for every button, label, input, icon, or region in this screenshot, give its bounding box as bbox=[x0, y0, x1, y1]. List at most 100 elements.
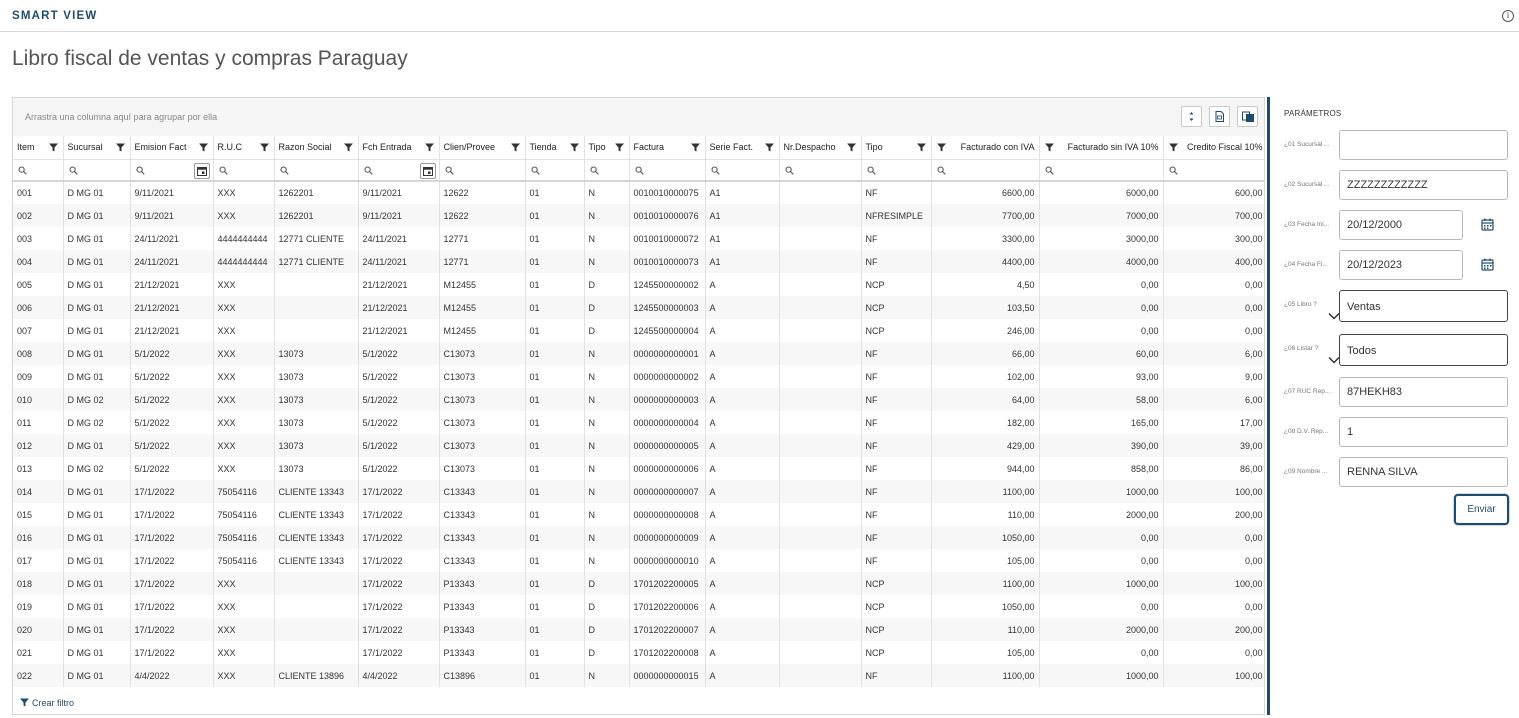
table-row[interactable]: 010 D MG 02 5/1/2022 XXX 13073 5/1/2022 C13073… bbox=[13, 388, 1264, 411]
filter-icon[interactable] bbox=[614, 143, 624, 154]
table-row[interactable]: 012 D MG 01 5/1/2022 XXX 13073 5/1/2022 C13073… bbox=[13, 434, 1264, 457]
column-header[interactable]: Sucursal bbox=[63, 136, 131, 160]
filter-cell[interactable] bbox=[779, 159, 862, 182]
filter-cell[interactable] bbox=[213, 159, 275, 182]
filter-cell[interactable] bbox=[130, 159, 214, 182]
filter-cell[interactable] bbox=[931, 159, 1040, 182]
filter-cell[interactable] bbox=[358, 159, 440, 182]
filter-icon[interactable] bbox=[510, 143, 520, 154]
filter-icon[interactable] bbox=[259, 143, 269, 154]
filter-icon[interactable] bbox=[115, 143, 125, 154]
table-row[interactable]: 006 D MG 01 21/12/2021 XXX 21/12/2021 M12455 0… bbox=[13, 296, 1264, 319]
param-select[interactable]: Ventas bbox=[1328, 290, 1508, 322]
calendar-icon[interactable] bbox=[1481, 258, 1494, 276]
table-row[interactable]: 007 D MG 01 21/12/2021 XXX 21/12/2021 M12455 0… bbox=[13, 319, 1264, 342]
table-row[interactable]: 018 D MG 01 17/1/2022 XXX 17/1/2022 P13343 01 D… bbox=[13, 572, 1264, 595]
param-input[interactable] bbox=[1339, 417, 1508, 447]
filter-icon[interactable] bbox=[1168, 143, 1178, 154]
filter-cell[interactable] bbox=[525, 159, 585, 182]
column-header[interactable]: Tienda bbox=[525, 136, 585, 160]
filter-cell[interactable] bbox=[439, 159, 526, 182]
export-button[interactable] bbox=[1209, 106, 1230, 127]
sort-button[interactable] bbox=[1181, 106, 1202, 127]
param-input[interactable] bbox=[1339, 457, 1508, 487]
column-header[interactable]: Item bbox=[13, 136, 64, 160]
date-picker-button[interactable] bbox=[419, 162, 436, 179]
param-input[interactable] bbox=[1339, 130, 1508, 160]
column-header[interactable]: Serie Fact. bbox=[705, 136, 780, 160]
calendar-icon[interactable] bbox=[1481, 218, 1494, 236]
info-icon[interactable]: i bbox=[1502, 10, 1514, 22]
group-panel[interactable]: Arrastra una columna aquí para agrupar p… bbox=[13, 98, 1264, 137]
table-row[interactable]: 009 D MG 01 5/1/2022 XXX 13073 5/1/2022 C13073… bbox=[13, 365, 1264, 388]
table-row[interactable]: 003 D MG 01 24/11/2021 4444444444 12771 CLIE… bbox=[13, 227, 1264, 250]
columns-button[interactable] bbox=[1237, 106, 1258, 127]
table-row[interactable]: 013 D MG 02 5/1/2022 XXX 13073 5/1/2022 C13073… bbox=[13, 457, 1264, 480]
column-header[interactable]: Clien/Provee bbox=[439, 136, 526, 160]
column-header[interactable]: Fch Entrada bbox=[358, 136, 440, 160]
column-header[interactable]: Tipo bbox=[584, 136, 630, 160]
table-row[interactable]: 019 D MG 01 17/1/2022 XXX 17/1/2022 P13343 01 D… bbox=[13, 595, 1264, 618]
table-cell bbox=[779, 457, 862, 480]
filter-cell[interactable] bbox=[705, 159, 780, 182]
filter-icon[interactable] bbox=[1044, 143, 1054, 154]
column-header[interactable]: Emision Fact bbox=[130, 136, 214, 160]
table-cell: XXX bbox=[213, 204, 275, 227]
send-button[interactable]: Enviar bbox=[1454, 494, 1509, 525]
table-row[interactable]: 022 D MG 01 4/4/2022 XXX CLIENTE 13896 4/4/20… bbox=[13, 664, 1264, 687]
table-row[interactable]: 015 D MG 01 17/1/2022 75054116 CLIENTE 13343… bbox=[13, 503, 1264, 526]
filter-icon[interactable] bbox=[690, 143, 700, 154]
table-row[interactable]: 021 D MG 01 17/1/2022 XXX 17/1/2022 P13343 01 D… bbox=[13, 641, 1264, 664]
table-row[interactable]: 005 D MG 01 21/12/2021 XXX 21/12/2021 M12455 0… bbox=[13, 273, 1264, 296]
param-date-input[interactable] bbox=[1339, 210, 1463, 240]
column-header[interactable]: Nr.Despacho bbox=[779, 136, 862, 160]
filter-cell[interactable] bbox=[861, 159, 932, 182]
filter-icon[interactable] bbox=[343, 143, 353, 154]
filter-icon[interactable] bbox=[936, 143, 946, 154]
table-cell: CLIENTE 13343 bbox=[274, 526, 359, 549]
column-header[interactable]: Credito Fiscal 10% bbox=[1163, 136, 1264, 160]
filter-icon[interactable] bbox=[916, 143, 926, 154]
filter-icon[interactable] bbox=[846, 143, 856, 154]
table-cell: 0000000000006 bbox=[629, 457, 706, 480]
filter-cell[interactable] bbox=[13, 159, 64, 182]
table-row[interactable]: 014 D MG 01 17/1/2022 75054116 CLIENTE 13343… bbox=[13, 480, 1264, 503]
filter-icon[interactable] bbox=[198, 143, 208, 154]
filter-icon[interactable] bbox=[569, 143, 579, 154]
table-cell: D MG 01 bbox=[63, 181, 131, 204]
filter-cell[interactable] bbox=[629, 159, 706, 182]
column-header[interactable]: Tipo bbox=[861, 136, 932, 160]
filter-cell[interactable] bbox=[274, 159, 359, 182]
table-row[interactable]: 002 D MG 01 9/11/2021 XXX 1262201 9/11/2021 12… bbox=[13, 204, 1264, 227]
table-row[interactable]: 004 D MG 01 24/11/2021 4444444444 12771 CLIE… bbox=[13, 250, 1264, 273]
filter-cell[interactable] bbox=[584, 159, 630, 182]
create-filter-link[interactable]: Crear filtro bbox=[20, 698, 74, 708]
param-select[interactable]: Todos bbox=[1328, 334, 1508, 366]
param-date-input[interactable] bbox=[1339, 250, 1463, 280]
table-row[interactable]: 020 D MG 01 17/1/2022 XXX 17/1/2022 P13343 01 D… bbox=[13, 618, 1264, 641]
filter-cell[interactable] bbox=[1039, 159, 1164, 182]
column-header[interactable]: R.U.C bbox=[213, 136, 275, 160]
param-input[interactable] bbox=[1339, 170, 1508, 200]
column-header[interactable]: Facturado con IVA bbox=[931, 136, 1040, 160]
column-header[interactable]: Razon Social bbox=[274, 136, 359, 160]
table-row[interactable]: 017 D MG 01 17/1/2022 75054116 CLIENTE 13343… bbox=[13, 549, 1264, 572]
table-cell: 5/1/2022 bbox=[358, 342, 440, 365]
filter-cell[interactable] bbox=[63, 159, 131, 182]
column-header[interactable]: Factura bbox=[629, 136, 706, 160]
table-cell: 01 bbox=[525, 273, 585, 296]
table-row[interactable]: 011 D MG 02 5/1/2022 XXX 13073 5/1/2022 C13073… bbox=[13, 411, 1264, 434]
filter-icon[interactable] bbox=[424, 143, 434, 154]
table-row[interactable]: 008 D MG 01 5/1/2022 XXX 13073 5/1/2022 C13073… bbox=[13, 342, 1264, 365]
table-row[interactable]: 016 D MG 01 17/1/2022 75054116 CLIENTE 13343… bbox=[13, 526, 1264, 549]
filter-icon[interactable] bbox=[48, 143, 58, 154]
date-picker-button[interactable] bbox=[193, 162, 210, 179]
filter-cell[interactable] bbox=[1163, 159, 1264, 182]
filter-icon[interactable] bbox=[764, 143, 774, 154]
table-row[interactable]: 001 D MG 01 9/11/2021 XXX 1262201 9/11/2021 12… bbox=[13, 181, 1264, 204]
table-cell: A bbox=[705, 595, 780, 618]
panel-divider[interactable] bbox=[1267, 97, 1270, 715]
column-header[interactable]: Facturado sin IVA 10% bbox=[1039, 136, 1164, 160]
table-cell: NCP bbox=[861, 618, 932, 641]
param-input[interactable] bbox=[1339, 377, 1508, 407]
